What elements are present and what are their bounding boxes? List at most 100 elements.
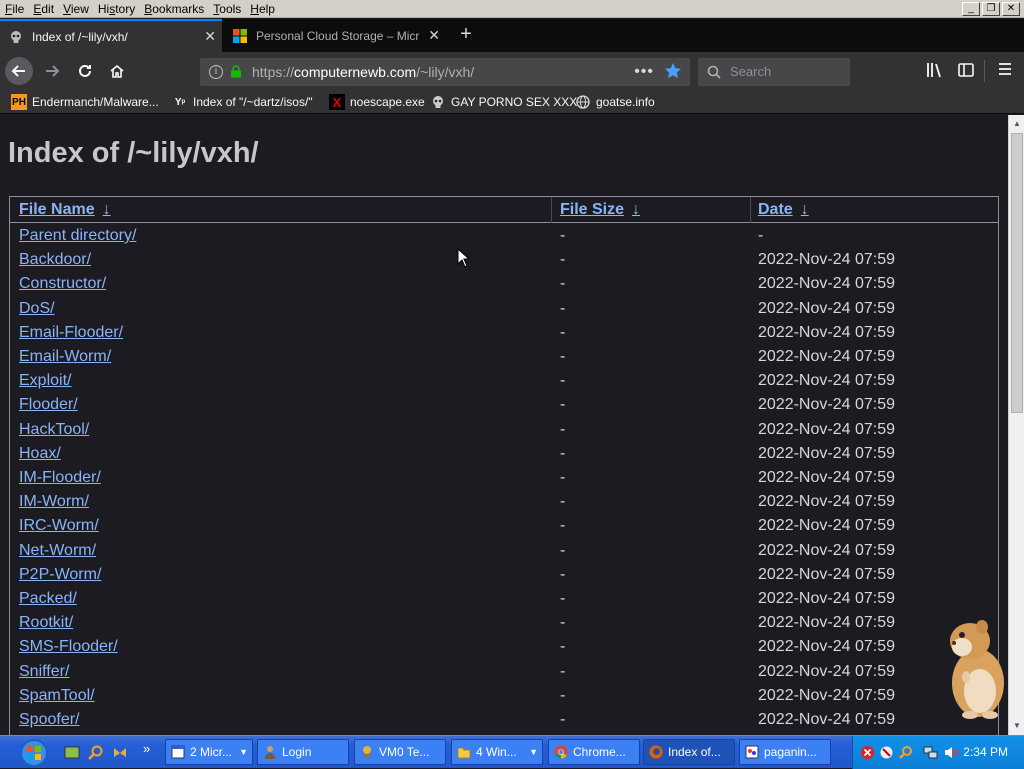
tray-app-icon[interactable] bbox=[879, 745, 894, 760]
bookmark-label: noescape.exe bbox=[350, 95, 425, 109]
taskbar-button-paganini[interactable]: paganin... bbox=[739, 739, 831, 765]
file-size-cell: - bbox=[560, 517, 566, 535]
network-icon[interactable] bbox=[923, 745, 938, 760]
bookmark-index-dartz[interactable]: Yp Index of "/~dartz/isos/" bbox=[172, 94, 313, 110]
file-link[interactable]: Sniffer/ bbox=[19, 663, 69, 681]
info-icon[interactable]: i bbox=[209, 65, 223, 79]
file-listing-table: File Name ↓ File Size ↓ Date ↓ Parent direc… bbox=[9, 196, 999, 735]
file-link[interactable]: HackTool/ bbox=[19, 421, 89, 439]
search-input[interactable]: Search bbox=[698, 58, 850, 86]
file-link[interactable]: Constructor/ bbox=[19, 275, 106, 293]
table-row: DoS/ - 2022-Nov-24 07:59 bbox=[10, 297, 998, 321]
file-link[interactable]: Backdoor/ bbox=[19, 251, 91, 269]
restore-button[interactable]: ❐ bbox=[982, 2, 1000, 16]
column-header-file-size[interactable]: File Size ↓ bbox=[560, 201, 640, 219]
menu-file[interactable]: File bbox=[0, 0, 28, 17]
bookmark-gay-porno[interactable]: GAY PORNO SEX XXX bbox=[430, 94, 577, 110]
file-link[interactable]: Email-Flooder/ bbox=[19, 324, 123, 342]
file-link[interactable]: Hoax/ bbox=[19, 445, 61, 463]
file-link[interactable]: Parent directory/ bbox=[19, 227, 136, 245]
menu-history[interactable]: History bbox=[93, 0, 139, 17]
bookmark-goatse[interactable]: goatse.info bbox=[575, 94, 655, 110]
back-button[interactable] bbox=[5, 57, 33, 85]
forward-button[interactable] bbox=[38, 57, 66, 85]
bookmark-noescape[interactable]: X noescape.exe bbox=[329, 94, 425, 110]
column-header-date[interactable]: Date ↓ bbox=[758, 201, 809, 219]
y-icon: Yp bbox=[174, 96, 186, 108]
taskbar-button-4-windows[interactable]: 4 Win... ▼ bbox=[451, 739, 543, 765]
taskbar-button-vm0[interactable]: VM0 Te... bbox=[354, 739, 446, 765]
lock-icon[interactable] bbox=[230, 65, 242, 78]
file-link[interactable]: P2P-Worm/ bbox=[19, 566, 101, 584]
file-link[interactable]: SMS-Flooder/ bbox=[19, 638, 118, 656]
menu-edit[interactable]: Edit bbox=[28, 0, 58, 17]
new-tab-button[interactable]: + bbox=[452, 19, 480, 52]
file-link[interactable]: Flooder/ bbox=[19, 396, 78, 414]
search-placeholder: Search bbox=[730, 64, 772, 79]
tab-close-icon[interactable]: ✕ bbox=[428, 27, 440, 44]
menu-bar: File Edit View History Bookmarks Tools Help _ … bbox=[0, 0, 1024, 18]
table-row: Sniffer/ - 2022-Nov-24 07:59 bbox=[10, 660, 998, 684]
file-link[interactable]: Exploit/ bbox=[19, 372, 71, 390]
file-link[interactable]: IRC-Worm/ bbox=[19, 517, 99, 535]
file-link[interactable]: Email-Worm/ bbox=[19, 348, 111, 366]
sidebar-toggle-icon[interactable] bbox=[956, 61, 976, 81]
file-link[interactable]: Spoofer/ bbox=[19, 711, 79, 729]
file-size-cell: - bbox=[560, 251, 566, 269]
page-actions-icon[interactable]: ••• bbox=[634, 58, 654, 86]
table-row: Backdoor/ - 2022-Nov-24 07:59 bbox=[10, 248, 998, 272]
library-icon[interactable] bbox=[924, 61, 944, 81]
close-window-button[interactable]: ✕ bbox=[1002, 2, 1020, 16]
menu-view[interactable]: View bbox=[58, 0, 93, 17]
volume-muted-icon[interactable] bbox=[943, 745, 958, 760]
home-button[interactable] bbox=[103, 57, 131, 85]
menu-help[interactable]: Help bbox=[245, 0, 279, 17]
vertical-scrollbar[interactable]: ▲ ▼ bbox=[1008, 115, 1024, 735]
menu-tools[interactable]: Tools bbox=[208, 0, 245, 17]
scroll-down-arrow-icon[interactable]: ▼ bbox=[1012, 721, 1022, 731]
system-tray: 2:34 PM bbox=[852, 736, 1024, 769]
taskbar-button-login[interactable]: Login bbox=[257, 739, 349, 765]
quicklaunch-search-icon[interactable] bbox=[88, 745, 104, 761]
column-header-file-name[interactable]: File Name ↓ bbox=[19, 201, 111, 219]
bookmark-label: GAY PORNO SEX XXX bbox=[451, 95, 578, 109]
tab-personal-cloud[interactable]: Personal Cloud Storage – Micr ✕ bbox=[224, 19, 446, 52]
file-size-cell: - bbox=[560, 275, 566, 293]
tray-search-icon[interactable] bbox=[898, 745, 913, 760]
file-link[interactable]: DoS/ bbox=[19, 300, 55, 318]
hamburger-menu-icon[interactable] bbox=[995, 61, 1015, 81]
quicklaunch-desktop-icon[interactable] bbox=[64, 745, 80, 761]
taskbar-button-chrome[interactable]: Chrome... bbox=[548, 739, 640, 765]
table-row: SMS-Flooder/ - 2022-Nov-24 07:59 bbox=[10, 635, 998, 659]
taskbar-button-2-microsoft[interactable]: 2 Micr... ▼ bbox=[165, 739, 253, 765]
file-link[interactable]: Rootkit/ bbox=[19, 614, 73, 632]
reload-button[interactable] bbox=[71, 57, 99, 85]
quicklaunch-butterfly-icon[interactable] bbox=[112, 745, 128, 761]
bookmark-endermanch[interactable]: PH Endermanch/Malware... bbox=[11, 94, 159, 110]
bookmark-star-icon[interactable] bbox=[664, 62, 682, 80]
url-bar[interactable]: i https://computernewb.com/~lily/vxh/ ••… bbox=[200, 58, 690, 86]
start-button[interactable] bbox=[4, 739, 50, 767]
file-date-cell: 2022-Nov-24 07:59 bbox=[758, 444, 895, 462]
file-link[interactable]: IM-Worm/ bbox=[19, 493, 89, 511]
file-link[interactable]: Packed/ bbox=[19, 590, 77, 608]
file-link[interactable]: Net-Worm/ bbox=[19, 542, 96, 560]
minimize-button[interactable]: _ bbox=[962, 2, 980, 16]
scroll-thumb[interactable] bbox=[1011, 133, 1023, 413]
file-link[interactable]: SpamTool/ bbox=[19, 687, 95, 705]
search-icon bbox=[707, 65, 721, 79]
taskbar-button-index-of[interactable]: Index of... bbox=[643, 739, 735, 765]
table-header: File Name ↓ File Size ↓ Date ↓ bbox=[10, 197, 998, 223]
tab-close-icon[interactable]: ✕ bbox=[204, 28, 216, 45]
clock[interactable]: 2:34 PM bbox=[963, 745, 1008, 759]
bookmark-label: goatse.info bbox=[596, 95, 655, 109]
menu-bookmarks[interactable]: Bookmarks bbox=[139, 0, 208, 17]
chevron-down-icon: ▼ bbox=[239, 747, 248, 757]
tab-index-of[interactable]: Index of /~lily/vxh/ ✕ bbox=[0, 19, 222, 52]
file-link[interactable]: IM-Flooder/ bbox=[19, 469, 101, 487]
table-row: Packed/ - 2022-Nov-24 07:59 bbox=[10, 587, 998, 611]
security-alert-icon[interactable] bbox=[860, 745, 875, 760]
file-date-cell: 2022-Nov-24 07:59 bbox=[758, 323, 895, 341]
scroll-up-arrow-icon[interactable]: ▲ bbox=[1012, 119, 1022, 129]
quicklaunch-overflow-icon[interactable]: » bbox=[143, 741, 159, 757]
